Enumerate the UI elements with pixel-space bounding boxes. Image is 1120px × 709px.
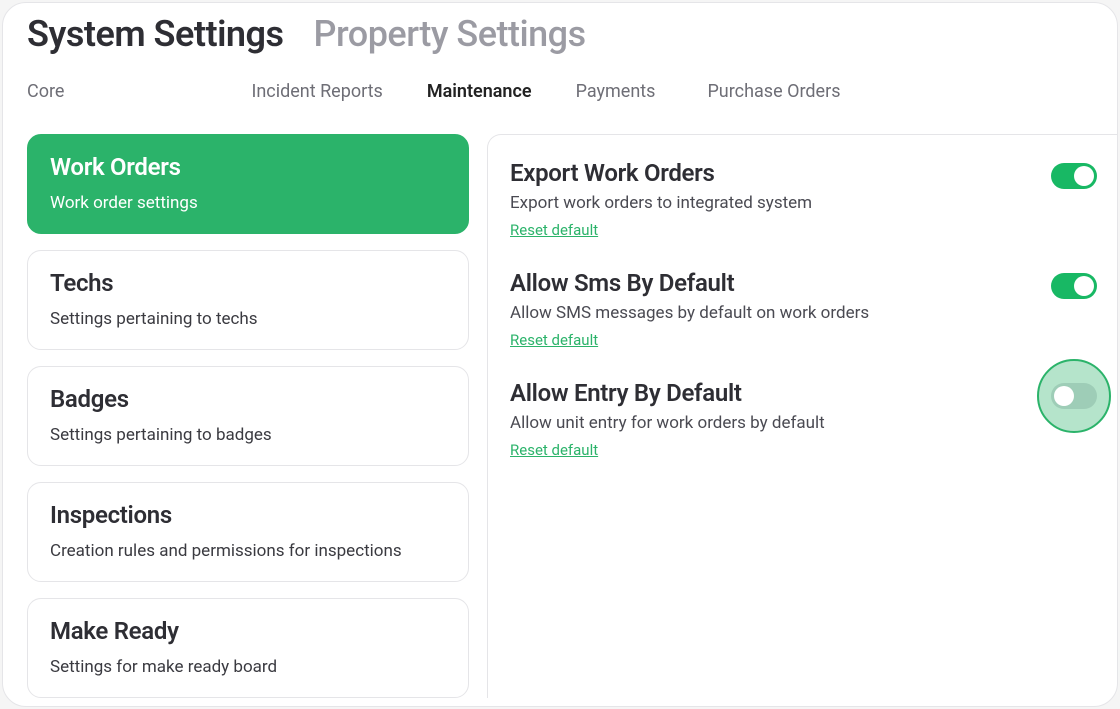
header: System Settings Property Settings Core I…: [3, 3, 1117, 124]
content-area: Work Orders Work order settings Techs Se…: [3, 124, 1117, 698]
sidebar-item-techs[interactable]: Techs Settings pertaining to techs: [27, 250, 469, 350]
toggle-allow-entry[interactable]: [1051, 383, 1097, 409]
toggle-knob: [1054, 386, 1074, 406]
setting-title: Allow Entry By Default: [510, 379, 825, 407]
sidebar-item-title: Badges: [50, 385, 446, 413]
reset-default-link[interactable]: Reset default: [510, 441, 598, 459]
setting-description: Export work orders to integrated system: [510, 193, 812, 213]
sidebar-item-subtitle: Settings pertaining to badges: [50, 425, 446, 445]
toggle-allow-sms[interactable]: [1051, 273, 1097, 299]
setting-title: Export Work Orders: [510, 159, 812, 187]
settings-sidebar: Work Orders Work order settings Techs Se…: [27, 134, 469, 698]
toggle-export-work-orders[interactable]: [1051, 163, 1097, 189]
setting-export-work-orders: Export Work Orders Export work orders to…: [510, 155, 1097, 265]
setting-title: Allow Sms By Default: [510, 269, 869, 297]
page-title-system[interactable]: System Settings: [27, 13, 284, 55]
setting-allow-sms-by-default: Allow Sms By Default Allow SMS messages …: [510, 265, 1097, 375]
page-title-property[interactable]: Property Settings: [314, 13, 586, 55]
reset-default-link[interactable]: Reset default: [510, 221, 598, 239]
sidebar-item-title: Make Ready: [50, 617, 446, 645]
reset-default-link[interactable]: Reset default: [510, 331, 598, 349]
tab-payments[interactable]: Payments: [576, 81, 656, 102]
sidebar-item-make-ready[interactable]: Make Ready Settings for make ready board: [27, 598, 469, 698]
setting-allow-entry-by-default: Allow Entry By Default Allow unit entry …: [510, 375, 1097, 485]
sidebar-item-title: Work Orders: [50, 153, 446, 181]
main-tabs: Core Incident Reports Maintenance Paymen…: [27, 81, 1093, 114]
sidebar-item-subtitle: Settings for make ready board: [50, 657, 446, 677]
sidebar-item-badges[interactable]: Badges Settings pertaining to badges: [27, 366, 469, 466]
setting-description: Allow unit entry for work orders by defa…: [510, 413, 825, 433]
settings-panel: Export Work Orders Export work orders to…: [487, 134, 1117, 698]
sidebar-item-title: Techs: [50, 269, 446, 297]
sidebar-item-subtitle: Settings pertaining to techs: [50, 309, 446, 329]
sidebar-item-subtitle: Work order settings: [50, 193, 446, 213]
tab-purchase-orders[interactable]: Purchase Orders: [707, 81, 840, 102]
setting-description: Allow SMS messages by default on work or…: [510, 303, 869, 323]
sidebar-item-subtitle: Creation rules and permissions for inspe…: [50, 541, 446, 561]
sidebar-item-work-orders[interactable]: Work Orders Work order settings: [27, 134, 469, 234]
tab-maintenance[interactable]: Maintenance: [427, 81, 532, 102]
settings-window: System Settings Property Settings Core I…: [2, 2, 1118, 707]
sidebar-item-title: Inspections: [50, 501, 446, 529]
tab-core[interactable]: Core: [27, 81, 64, 102]
toggle-knob: [1074, 166, 1094, 186]
sidebar-item-inspections[interactable]: Inspections Creation rules and permissio…: [27, 482, 469, 582]
tab-incident-reports[interactable]: Incident Reports: [251, 81, 382, 102]
toggle-knob: [1074, 276, 1094, 296]
